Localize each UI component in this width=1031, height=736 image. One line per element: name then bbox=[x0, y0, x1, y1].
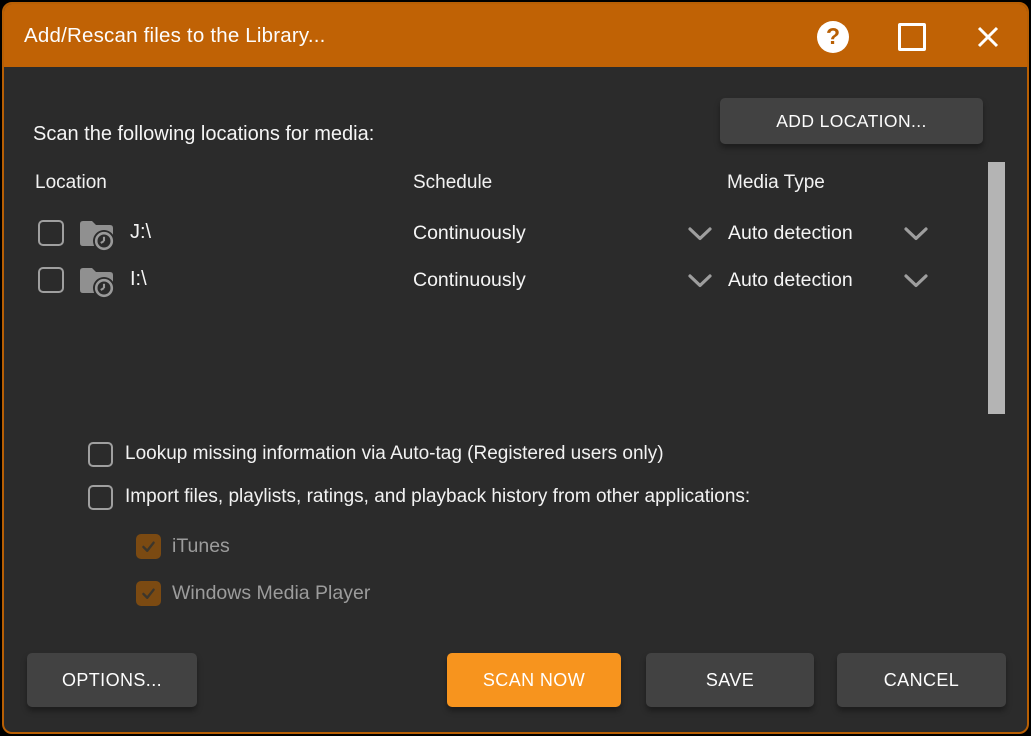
add-location-button[interactable]: ADD LOCATION... bbox=[720, 98, 983, 144]
help-icon: ? bbox=[826, 25, 840, 48]
import-option-label: Import files, playlists, ratings, and pl… bbox=[125, 486, 750, 508]
folder-scan-icon bbox=[77, 262, 117, 304]
close-icon[interactable] bbox=[973, 22, 1003, 52]
help-button[interactable]: ? bbox=[817, 21, 849, 53]
location-row: I:\ Continuously Auto detection bbox=[4, 258, 1004, 302]
media-type-chevron-down-icon[interactable] bbox=[903, 226, 929, 247]
itunes-label: iTunes bbox=[172, 535, 230, 558]
schedule-value[interactable]: Continuously bbox=[413, 222, 526, 245]
column-header-location: Location bbox=[35, 172, 107, 194]
schedule-chevron-down-icon[interactable] bbox=[687, 273, 713, 294]
media-type-value[interactable]: Auto detection bbox=[728, 269, 853, 292]
wmp-checkbox[interactable] bbox=[136, 581, 161, 606]
scan-locations-label: Scan the following locations for media: bbox=[33, 123, 374, 146]
location-path: I:\ bbox=[130, 268, 147, 291]
import-checkbox[interactable] bbox=[88, 485, 113, 510]
titlebar: Add/Rescan files to the Library... ? bbox=[4, 4, 1027, 67]
scan-now-button[interactable]: SCAN NOW bbox=[447, 653, 621, 707]
save-button[interactable]: SAVE bbox=[646, 653, 814, 707]
options-button[interactable]: OPTIONS... bbox=[27, 653, 197, 707]
location-checkbox[interactable] bbox=[38, 267, 64, 293]
location-path: J:\ bbox=[130, 221, 151, 244]
wmp-label: Windows Media Player bbox=[172, 582, 370, 605]
dialog-title: Add/Rescan files to the Library... bbox=[24, 4, 326, 67]
media-type-chevron-down-icon[interactable] bbox=[903, 273, 929, 294]
folder-scan-icon bbox=[77, 215, 117, 257]
add-rescan-dialog: Add/Rescan files to the Library... ? Sca… bbox=[2, 2, 1029, 734]
vertical-scrollbar[interactable] bbox=[988, 162, 1005, 414]
location-row: J:\ Continuously Auto detection bbox=[4, 211, 1004, 255]
schedule-value[interactable]: Continuously bbox=[413, 269, 526, 292]
cancel-button[interactable]: CANCEL bbox=[837, 653, 1006, 707]
column-header-schedule: Schedule bbox=[413, 172, 492, 194]
location-checkbox[interactable] bbox=[38, 220, 64, 246]
column-header-media-type: Media Type bbox=[727, 172, 825, 194]
schedule-chevron-down-icon[interactable] bbox=[687, 226, 713, 247]
lookup-option-label: Lookup missing information via Auto-tag … bbox=[125, 443, 664, 465]
media-type-value[interactable]: Auto detection bbox=[728, 222, 853, 245]
maximize-icon[interactable] bbox=[898, 23, 926, 51]
lookup-checkbox[interactable] bbox=[88, 442, 113, 467]
itunes-checkbox[interactable] bbox=[136, 534, 161, 559]
